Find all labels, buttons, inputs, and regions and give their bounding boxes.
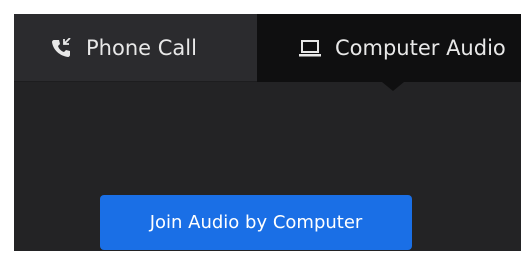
phone-icon (50, 37, 72, 59)
tab-computer-audio[interactable]: Computer Audio (257, 14, 521, 82)
tab-phone-call[interactable]: Phone Call (14, 14, 257, 82)
audio-dialog: Phone Call Computer Audio Join Audio by … (14, 14, 521, 251)
tab-computer-audio-label: Computer Audio (335, 36, 506, 60)
tab-phone-call-label: Phone Call (86, 35, 197, 60)
audio-tabs: Phone Call Computer Audio (14, 14, 521, 82)
join-audio-button[interactable]: Join Audio by Computer (100, 195, 412, 250)
laptop-icon (299, 37, 321, 59)
active-tab-pointer (382, 82, 404, 91)
